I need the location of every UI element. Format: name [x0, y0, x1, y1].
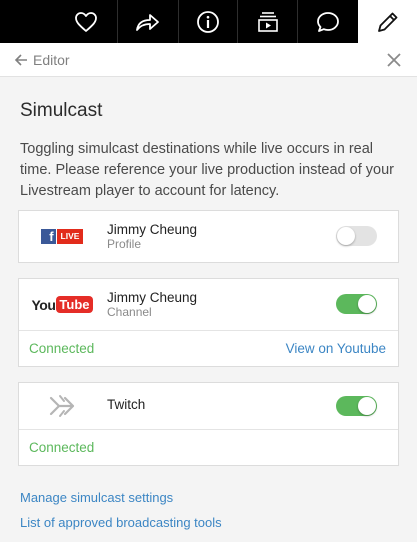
connection-status: Connected — [29, 341, 95, 356]
destination-card-facebook: f LIVE Jimmy Cheung Profile — [18, 210, 399, 263]
top-toolbar — [0, 0, 417, 43]
facebook-live-logo: f LIVE — [37, 211, 87, 262]
toggle-knob — [337, 227, 355, 245]
close-button[interactable] — [387, 53, 401, 72]
info-icon — [197, 10, 219, 33]
twitch-logo — [37, 383, 87, 429]
back-label: Editor — [33, 52, 70, 68]
youtube-logo: You Tube — [32, 279, 93, 330]
playlist-button[interactable] — [238, 0, 297, 43]
page-description: Toggling simulcast destinations while li… — [20, 141, 394, 199]
approved-broadcasting-tools-link[interactable]: List of approved broadcasting tools — [20, 515, 222, 530]
live-badge: LIVE — [56, 229, 84, 244]
view-on-youtube-link[interactable]: View on Youtube — [286, 341, 386, 356]
toggle-knob — [358, 397, 376, 415]
toggle-knob — [358, 295, 376, 313]
like-button[interactable] — [55, 0, 117, 43]
editor-header: Editor — [0, 43, 417, 77]
destination-type: Channel — [107, 305, 152, 319]
back-to-editor-button[interactable]: Editor — [14, 52, 70, 68]
pencil-icon — [377, 12, 397, 32]
facebook-toggle[interactable] — [336, 226, 377, 246]
arrow-left-icon — [14, 54, 27, 66]
facebook-icon: f — [40, 229, 56, 244]
info-button[interactable] — [179, 0, 237, 43]
edit-button[interactable] — [358, 0, 417, 43]
destination-name: Twitch — [107, 397, 146, 412]
share-icon — [136, 13, 159, 31]
destination-card-youtube: You Tube Jimmy Cheung Channel Connected … — [18, 278, 399, 367]
heart-icon — [75, 11, 97, 32]
youtube-toggle[interactable] — [336, 294, 377, 314]
destination-card-twitch: Twitch Connected — [18, 382, 399, 466]
twitch-toggle[interactable] — [336, 396, 377, 416]
close-icon — [387, 53, 401, 67]
connection-status: Connected — [29, 440, 95, 455]
share-button[interactable] — [118, 0, 178, 43]
twitch-icon — [49, 395, 75, 417]
youtube-logo-tube: Tube — [56, 296, 93, 313]
playlist-icon — [257, 11, 278, 32]
chat-button[interactable] — [298, 0, 357, 43]
destination-type: Profile — [107, 237, 142, 251]
chat-icon — [316, 11, 339, 32]
manage-simulcast-settings-link[interactable]: Manage simulcast settings — [20, 490, 173, 505]
youtube-logo-you: You — [31, 296, 56, 313]
destination-name: Jimmy Cheung — [107, 290, 198, 305]
page-title: Simulcast — [20, 100, 103, 121]
destination-name: Jimmy Cheung — [107, 222, 198, 237]
